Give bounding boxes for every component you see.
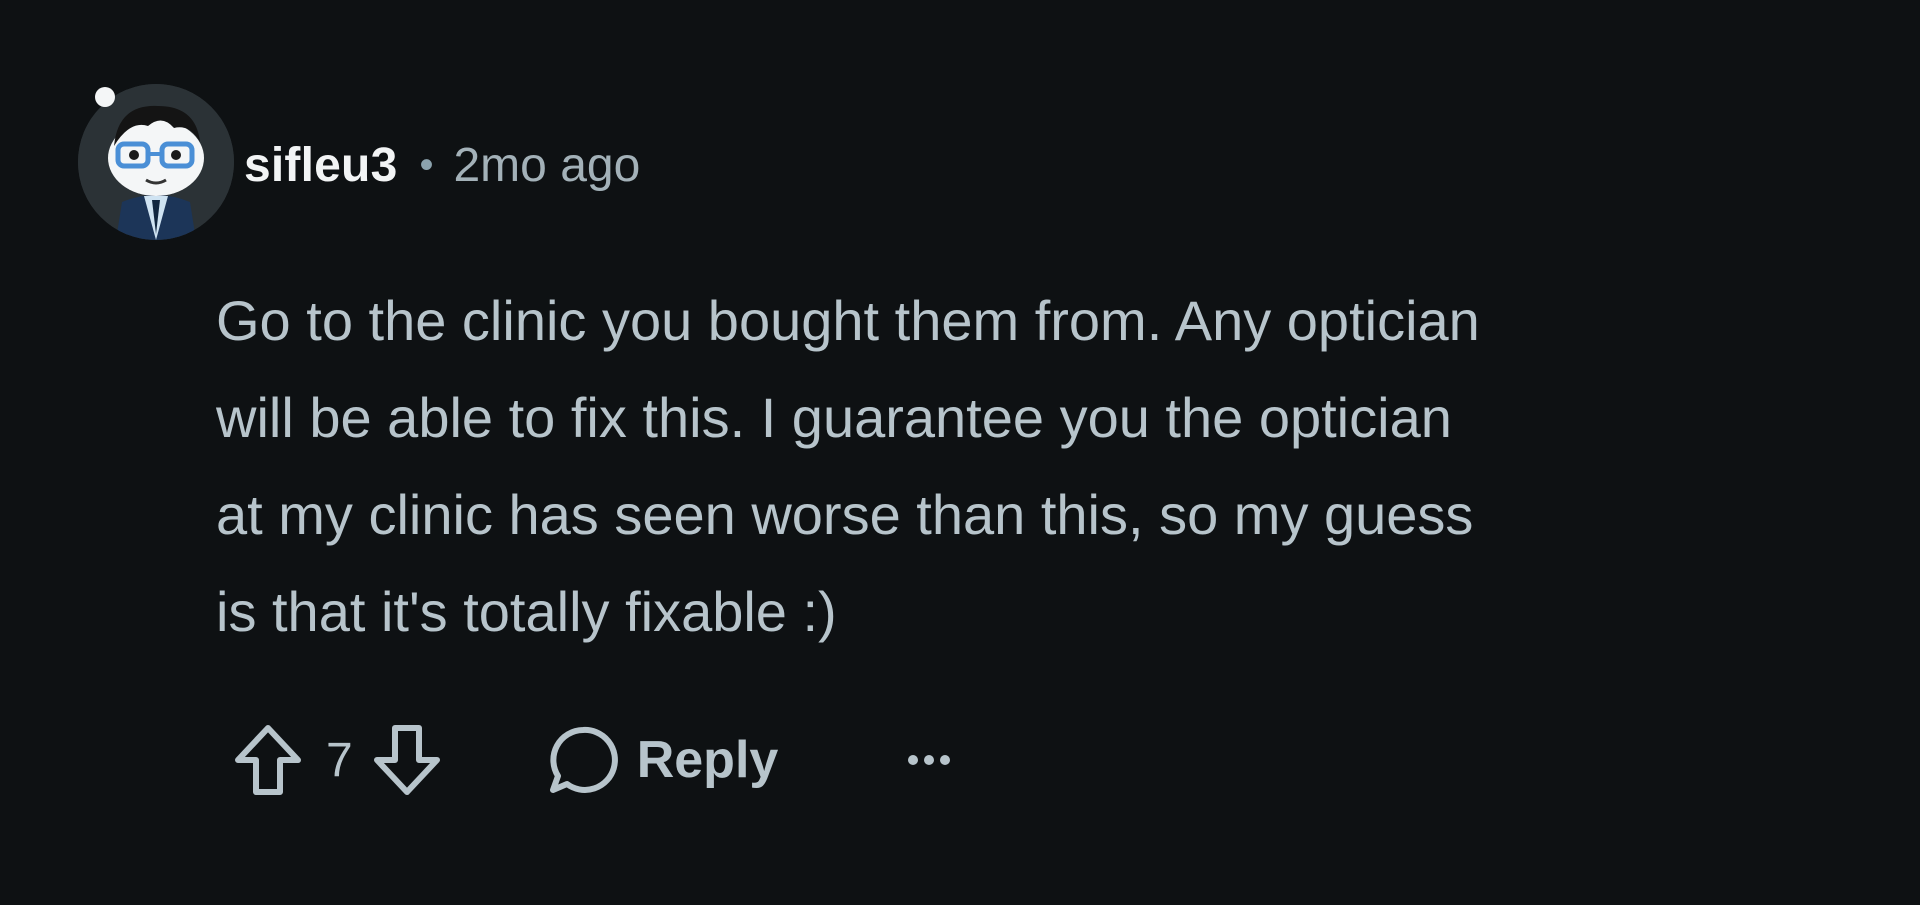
downvote-button[interactable] [371,722,443,798]
comment-body: Go to the clinic you bought them from. A… [216,272,1856,660]
avatar[interactable] [78,84,234,240]
reply-label: Reply [636,731,779,789]
ellipsis-icon [908,755,951,765]
speech-bubble-icon [549,726,618,793]
comment-meta: sifleu3 • 2mo ago [244,138,640,193]
comment-text: Go to the clinic you bought them from. A… [216,289,1480,643]
reply-button[interactable]: Reply [545,722,779,798]
comment-header: sifleu3 • 2mo ago [78,84,640,240]
upvote-button[interactable] [232,722,304,798]
comment: sifleu3 • 2mo ago Go to the clinic you b… [0,0,1920,905]
online-indicator-icon [95,87,115,107]
meta-separator: • [419,143,434,187]
vote-group: 7 [232,722,443,798]
page: sifleu3 • 2mo ago Go to the clinic you b… [0,0,1920,905]
comment-actions: 7 Reply [232,720,952,800]
author-username[interactable]: sifleu3 [244,138,397,193]
vote-count: 7 [326,733,353,787]
upvote-arrow-icon [235,725,301,795]
downvote-arrow-icon [373,725,440,795]
comment-timestamp[interactable]: 2mo ago [453,138,640,193]
more-options-button[interactable] [906,730,952,790]
